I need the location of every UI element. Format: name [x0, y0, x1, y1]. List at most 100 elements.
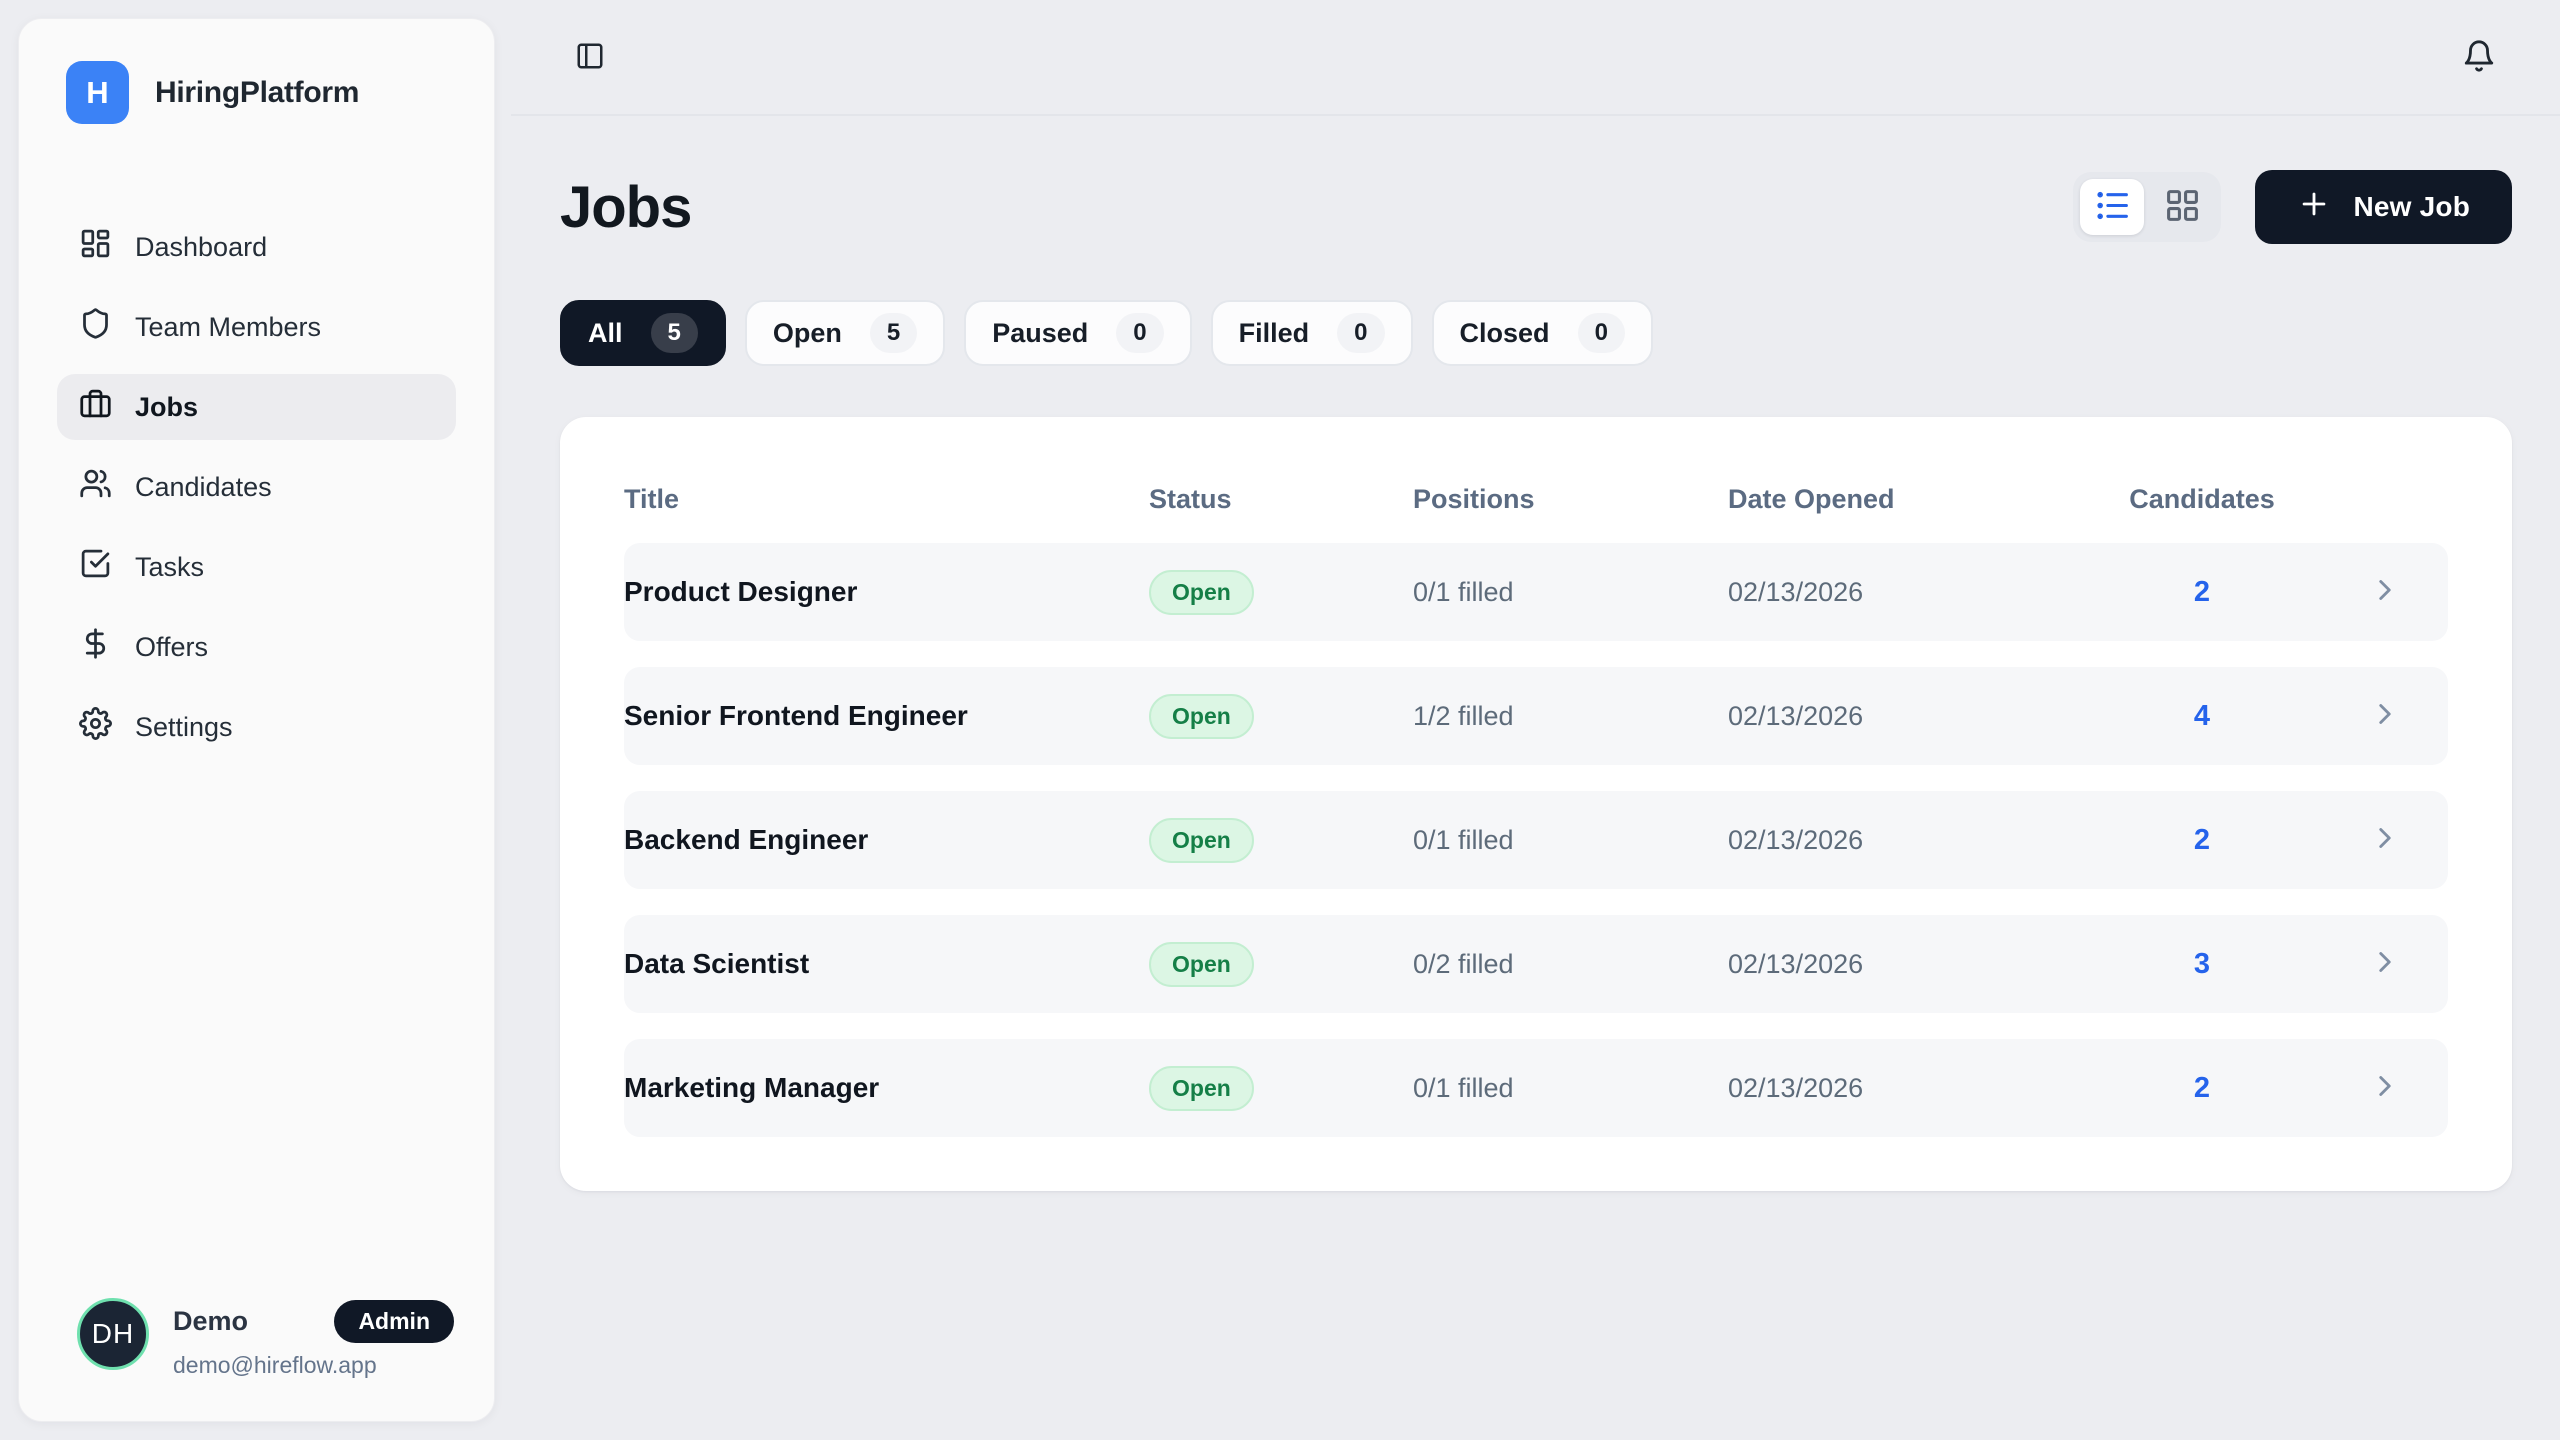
- column-header-positions: Positions: [1413, 484, 1728, 515]
- brand-logo: H: [66, 61, 129, 124]
- sidebar-item-jobs[interactable]: Jobs: [57, 374, 456, 440]
- briefcase-icon: [79, 387, 112, 427]
- sidebar-toggle-button[interactable]: [575, 41, 605, 74]
- filter-label: All: [588, 318, 623, 349]
- user-name: Demo: [173, 1306, 248, 1337]
- dashboard-icon: [79, 227, 112, 267]
- date-opened-cell: 02/13/2026: [1728, 701, 2082, 732]
- filter-tab-closed[interactable]: Closed 0: [1432, 300, 1653, 366]
- chevron-right-icon: [2368, 821, 2402, 860]
- table-row[interactable]: Senior Frontend Engineer Open 1/2 filled…: [624, 667, 2448, 765]
- chevron-right-icon: [2368, 945, 2402, 984]
- column-header-candidates: Candidates: [2082, 484, 2322, 515]
- filter-tab-filled[interactable]: Filled 0: [1211, 300, 1413, 366]
- user-email: demo@hireflow.app: [173, 1352, 454, 1379]
- filter-count: 0: [1578, 313, 1625, 353]
- sidebar-item-label: Candidates: [135, 472, 272, 503]
- job-title: Backend Engineer: [624, 824, 1149, 856]
- candidates-count-link[interactable]: 2: [2082, 1072, 2322, 1105]
- table-body: Product Designer Open 0/1 filled 02/13/2…: [624, 543, 2448, 1137]
- new-job-label: New Job: [2353, 191, 2470, 223]
- date-opened-cell: 02/13/2026: [1728, 1073, 2082, 1104]
- user-meta: Demo Admin demo@hireflow.app: [173, 1298, 454, 1379]
- chevron-right-icon: [2368, 697, 2402, 736]
- user-initials: DH: [92, 1318, 134, 1350]
- bell-icon: [2462, 39, 2496, 76]
- column-header-status: Status: [1149, 484, 1413, 515]
- filter-tab-paused[interactable]: Paused 0: [964, 300, 1191, 366]
- topbar: [511, 0, 2560, 116]
- page-title: Jobs: [560, 174, 691, 241]
- job-title: Product Designer: [624, 576, 1149, 608]
- sidebar-item-label: Team Members: [135, 312, 321, 343]
- positions-cell: 1/2 filled: [1413, 701, 1728, 732]
- candidates-count-link[interactable]: 2: [2082, 824, 2322, 857]
- filter-label: Filled: [1239, 318, 1310, 349]
- sidebar-item-team-members[interactable]: Team Members: [57, 294, 456, 360]
- sidebar-item-label: Dashboard: [135, 232, 267, 263]
- sidebar-item-tasks[interactable]: Tasks: [57, 534, 456, 600]
- column-header-date-opened: Date Opened: [1728, 484, 2082, 515]
- sidebar-item-label: Settings: [135, 712, 233, 743]
- head-actions: New Job: [2073, 170, 2512, 244]
- table-row[interactable]: Backend Engineer Open 0/1 filled 02/13/2…: [624, 791, 2448, 889]
- check-square-icon: [79, 547, 112, 587]
- filter-label: Closed: [1460, 318, 1550, 349]
- sidebar-item-candidates[interactable]: Candidates: [57, 454, 456, 520]
- positions-cell: 0/1 filled: [1413, 825, 1728, 856]
- candidates-count-link[interactable]: 3: [2082, 948, 2322, 981]
- date-opened-cell: 02/13/2026: [1728, 577, 2082, 608]
- chevron-right-icon: [2368, 1069, 2402, 1108]
- table-row[interactable]: Product Designer Open 0/1 filled 02/13/2…: [624, 543, 2448, 641]
- grid-view-button[interactable]: [2150, 179, 2214, 235]
- filter-count: 0: [1337, 313, 1384, 353]
- sidebar: H HiringPlatform Dashboard Team Members: [18, 18, 495, 1422]
- filter-tab-all[interactable]: All 5: [560, 300, 726, 366]
- page-head: Jobs: [560, 170, 2512, 244]
- candidates-count-link[interactable]: 2: [2082, 576, 2322, 609]
- brand-logo-letter: H: [86, 75, 108, 111]
- date-opened-cell: 02/13/2026: [1728, 825, 2082, 856]
- filter-tab-open[interactable]: Open 5: [745, 300, 945, 366]
- jobs-page: Jobs: [511, 116, 2560, 1191]
- table-row[interactable]: Marketing Manager Open 0/1 filled 02/13/…: [624, 1039, 2448, 1137]
- status-badge: Open: [1149, 1066, 1254, 1111]
- role-badge: Admin: [334, 1300, 454, 1343]
- app-window: H HiringPlatform Dashboard Team Members: [0, 0, 2560, 1440]
- brand[interactable]: H HiringPlatform: [19, 19, 494, 124]
- column-header-title: Title: [624, 484, 1149, 515]
- brand-name: HiringPlatform: [155, 76, 359, 110]
- sidebar-item-offers[interactable]: Offers: [57, 614, 456, 680]
- sidebar-item-label: Offers: [135, 632, 208, 663]
- view-toggle: [2073, 172, 2221, 242]
- gear-icon: [79, 707, 112, 747]
- chevron-right-icon: [2368, 573, 2402, 612]
- list-icon: [2094, 187, 2131, 227]
- positions-cell: 0/1 filled: [1413, 1073, 1728, 1104]
- dollar-icon: [79, 627, 112, 667]
- filter-label: Paused: [992, 318, 1088, 349]
- user-avatar[interactable]: DH: [77, 1298, 149, 1370]
- plus-icon: [2297, 187, 2331, 228]
- table-row[interactable]: Data Scientist Open 0/2 filled 02/13/202…: [624, 915, 2448, 1013]
- job-title: Data Scientist: [624, 948, 1149, 980]
- job-title: Senior Frontend Engineer: [624, 700, 1149, 732]
- candidates-count-link[interactable]: 4: [2082, 700, 2322, 733]
- panel-left-icon: [575, 41, 605, 74]
- list-view-button[interactable]: [2080, 179, 2144, 235]
- users-icon: [79, 467, 112, 507]
- sidebar-item-label: Tasks: [135, 552, 204, 583]
- filter-label: Open: [773, 318, 842, 349]
- new-job-button[interactable]: New Job: [2255, 170, 2512, 244]
- job-title: Marketing Manager: [624, 1072, 1149, 1104]
- sidebar-item-settings[interactable]: Settings: [57, 694, 456, 760]
- table-header-row: Title Status Positions Date Opened Candi…: [624, 463, 2448, 535]
- grid-icon: [2164, 187, 2201, 227]
- main-area: Jobs: [511, 0, 2560, 1440]
- notifications-button[interactable]: [2462, 39, 2496, 76]
- status-filters: All 5 Open 5 Paused 0 Filled 0 Closed: [560, 300, 2512, 366]
- filter-count: 5: [651, 313, 698, 353]
- sidebar-nav: Dashboard Team Members Jobs Candidates: [19, 214, 494, 760]
- sidebar-item-dashboard[interactable]: Dashboard: [57, 214, 456, 280]
- filter-count: 5: [870, 313, 917, 353]
